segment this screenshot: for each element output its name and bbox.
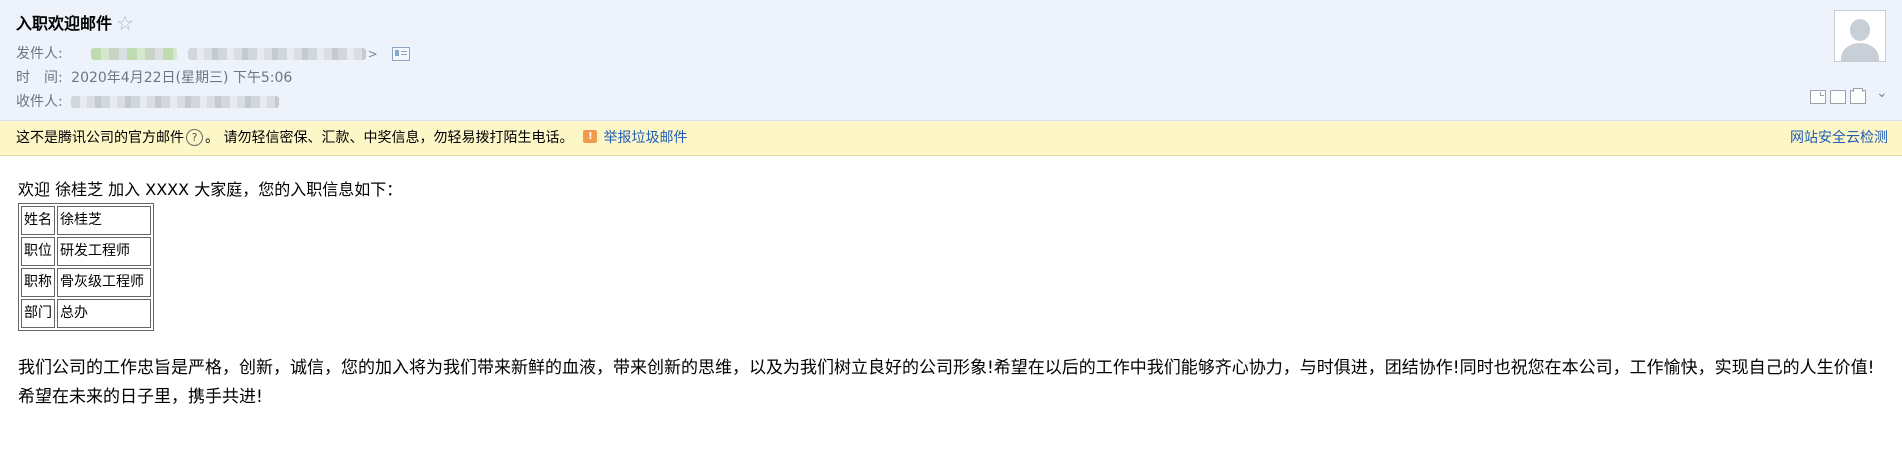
avatar-body-shape — [1841, 43, 1879, 61]
star-icon[interactable]: ☆ — [116, 11, 134, 35]
subject-text: 入职欢迎邮件 — [16, 14, 113, 33]
email-subject: 入职欢迎邮件 ☆ — [16, 12, 134, 35]
folder-icon[interactable] — [1830, 90, 1846, 104]
recipient-label: 收件人: — [16, 94, 63, 110]
avatar-head-shape — [1850, 19, 1870, 41]
table-key-cell: 部门 — [21, 299, 55, 328]
sender-name-redacted[interactable] — [91, 48, 178, 60]
recipient-row: 收件人: — [16, 92, 280, 112]
table-value-cell: 研发工程师 — [57, 237, 151, 266]
table-row: 部门 总办 — [21, 299, 151, 328]
report-spam-icon[interactable] — [583, 120, 598, 154]
table-value-cell: 骨灰级工程师 — [57, 268, 151, 297]
warning-left: 这不是腾讯公司的官方邮件?。 请勿轻信密保、汇款、中奖信息，勿轻易拨打陌生电话。… — [16, 120, 687, 155]
recipient-redacted[interactable] — [71, 96, 280, 108]
welcome-paragraph: 我们公司的工作忠旨是严格，创新，诚信，您的加入将为我们带来新鲜的血液，带来创新的… — [18, 358, 1875, 407]
time-value: 2020年4月22日(星期三) 下午5:06 — [71, 70, 293, 86]
security-scan-link[interactable]: 网站安全云检测 — [1790, 121, 1888, 155]
table-row: 职称 骨灰级工程师 — [21, 268, 151, 297]
greeting-text: 欢迎 徐桂芝 加入 XXXX 大家庭，您的入职信息如下： — [18, 180, 403, 199]
table-value-cell: 徐桂芝 — [57, 206, 151, 235]
sender-avatar[interactable] — [1834, 10, 1886, 62]
window-icon[interactable] — [1810, 90, 1826, 104]
sender-email-redacted[interactable] — [187, 48, 366, 60]
chevron-down-icon[interactable]: ⌄ — [1876, 86, 1888, 100]
print-icon[interactable] — [1850, 88, 1866, 104]
table-row: 姓名 徐桂芝 — [21, 206, 151, 235]
table-key-cell: 职位 — [21, 237, 55, 266]
sender-row: 发件人: > — [16, 44, 411, 64]
sender-angle-bracket: > — [367, 47, 378, 61]
table-key-cell: 职称 — [21, 268, 55, 297]
security-warning-bar: 这不是腾讯公司的官方邮件?。 请勿轻信密保、汇款、中奖信息，勿轻易拨打陌生电话。… — [0, 120, 1902, 156]
onboarding-info-table: 姓名 徐桂芝 职位 研发工程师 职称 骨灰级工程师 部门 总办 — [18, 203, 154, 331]
sender-label: 发件人: — [16, 46, 63, 62]
warning-notice: 这不是腾讯公司的官方邮件 — [16, 130, 184, 146]
email-header: 入职欢迎邮件 ☆ 发件人: > 时 间: 2020年4月22日(星期三) 下午5:… — [0, 0, 1902, 121]
table-row: 职位 研发工程师 — [21, 237, 151, 266]
table-key-cell: 姓名 — [21, 206, 55, 235]
time-row: 时 间: 2020年4月22日(星期三) 下午5:06 — [16, 68, 292, 88]
report-spam-link[interactable]: 举报垃圾邮件 — [603, 130, 687, 146]
time-label: 时 间: — [16, 70, 63, 86]
question-icon[interactable]: ? — [186, 129, 203, 146]
warning-advice: 。 请勿轻信密保、汇款、中奖信息，勿轻易拨打陌生电话。 — [205, 130, 574, 146]
email-body: 欢迎 徐桂芝 加入 XXXX 大家庭，您的入职信息如下： 姓名 徐桂芝 职位 研… — [18, 178, 402, 331]
contact-card-icon[interactable] — [392, 47, 411, 61]
table-value-cell: 总办 — [57, 299, 151, 328]
